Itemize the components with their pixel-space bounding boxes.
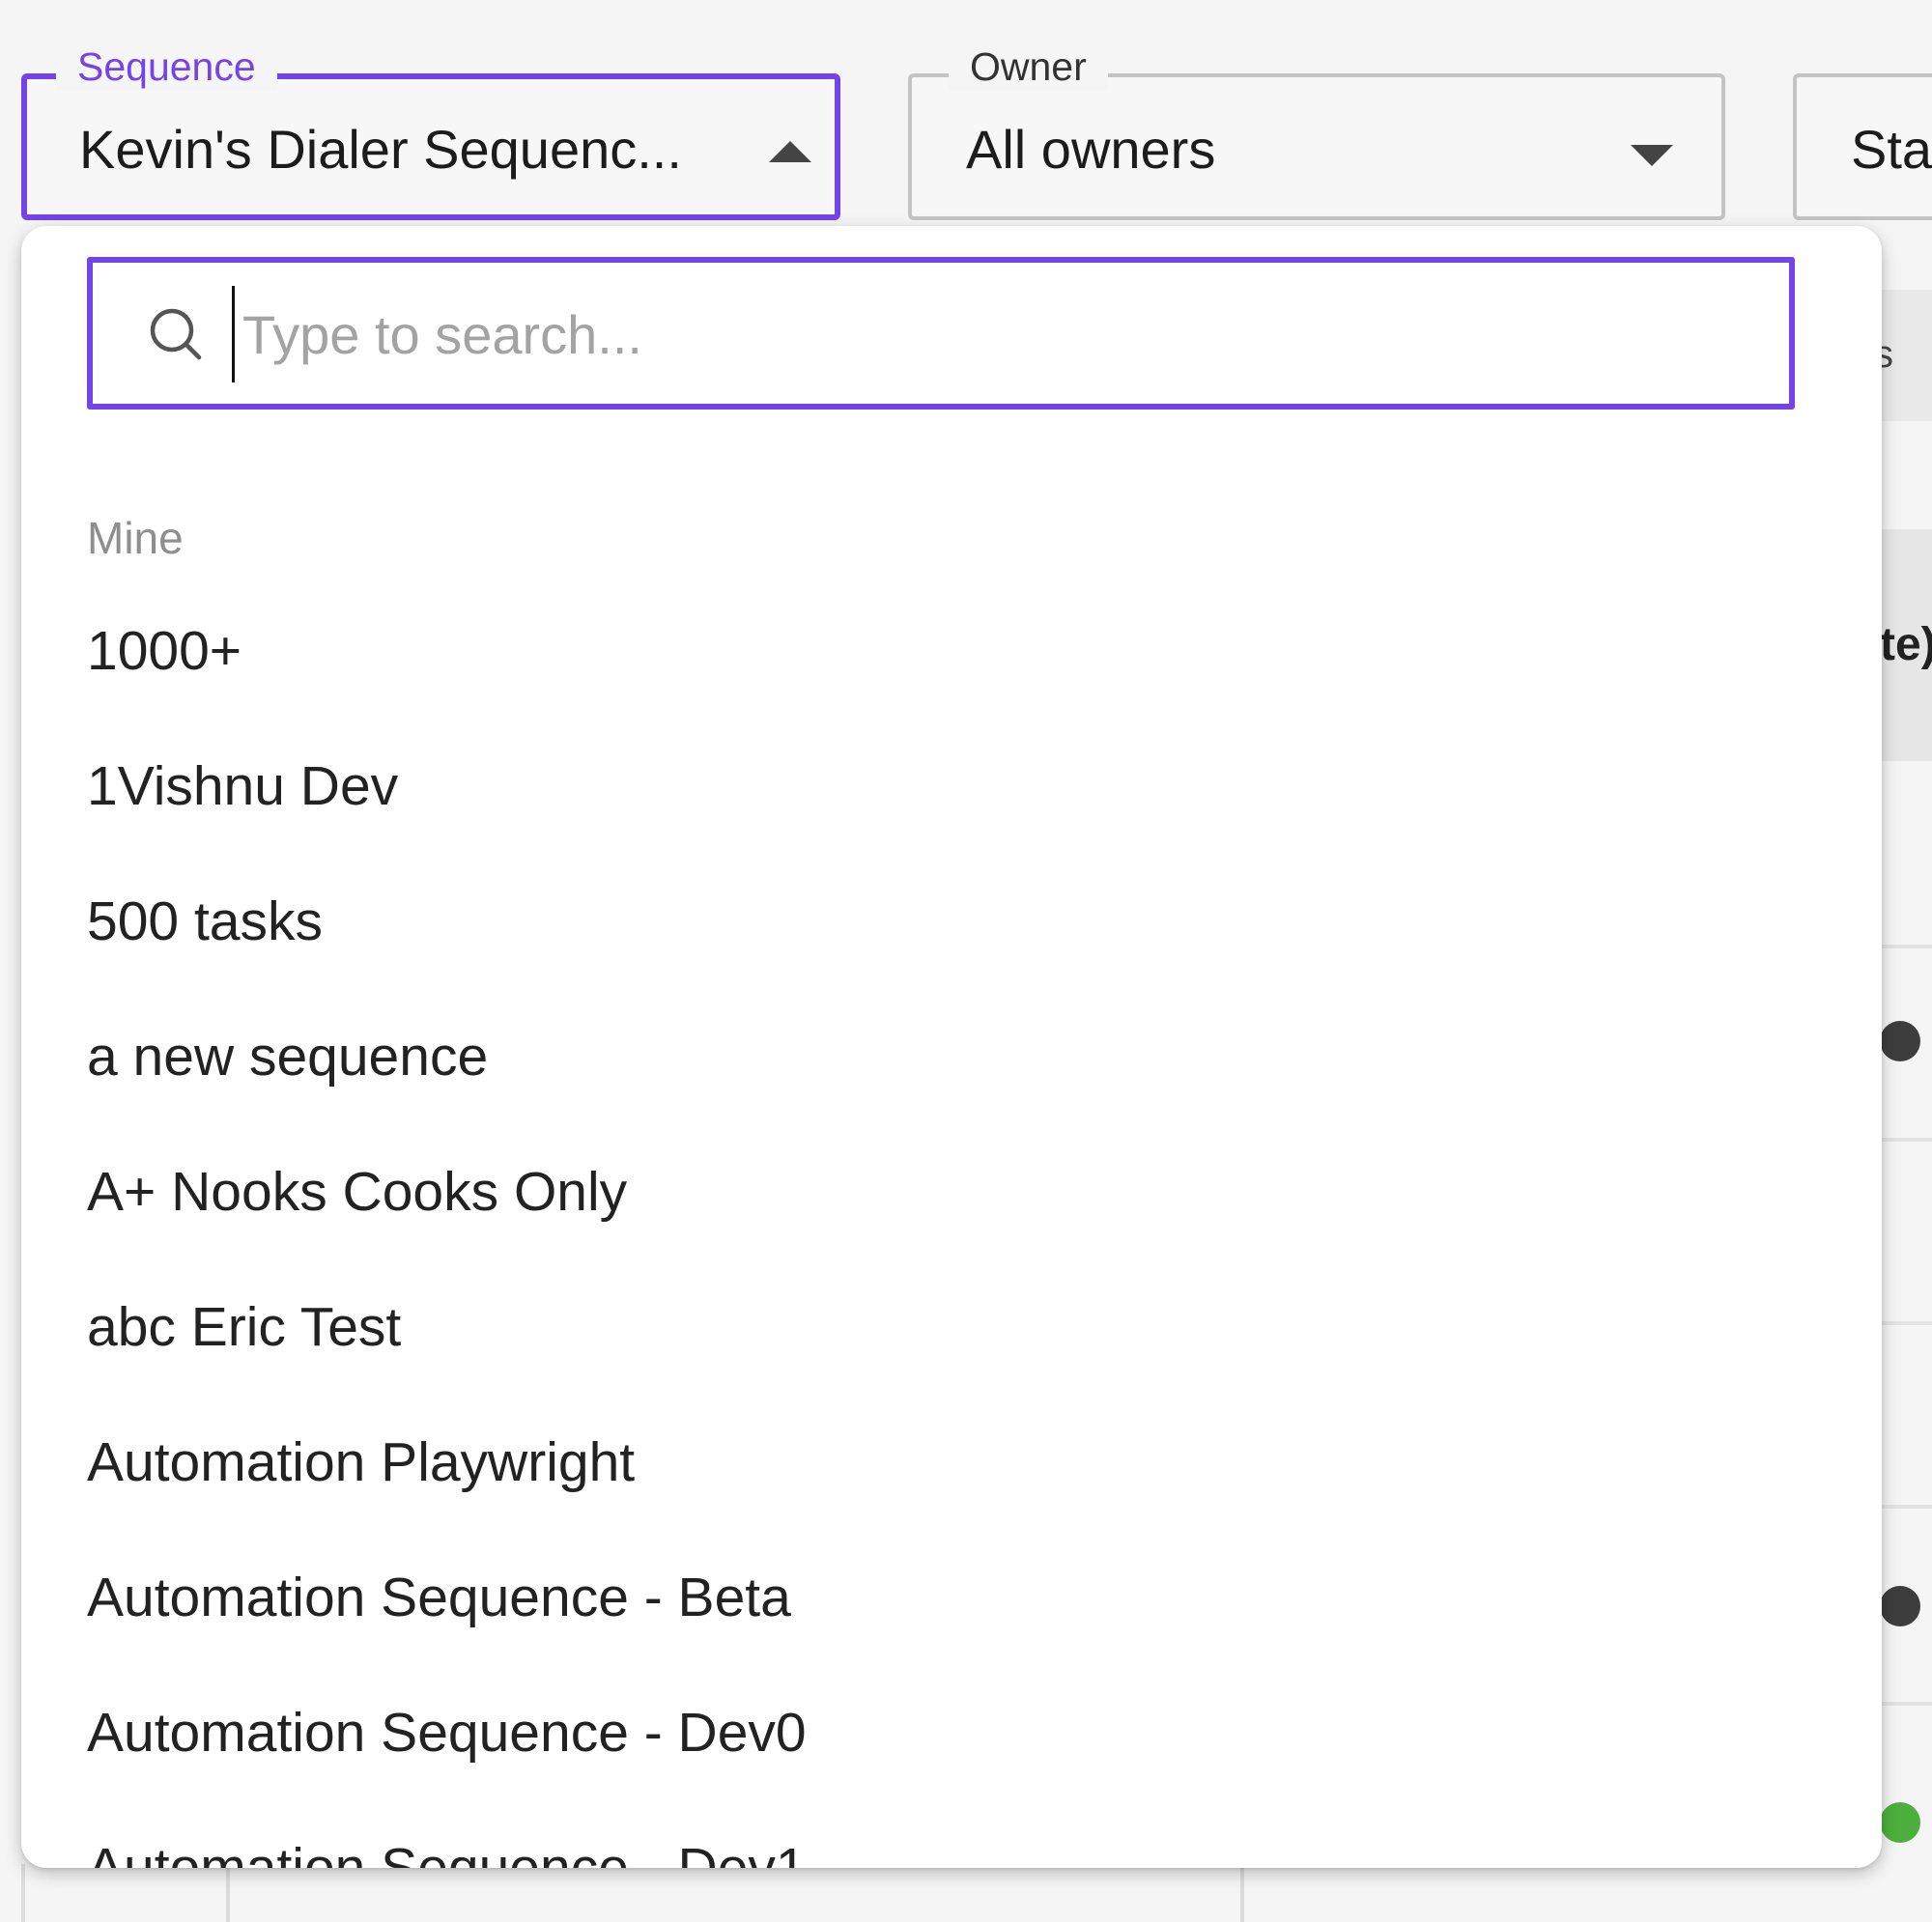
sequence-selected-value: Kevin's Dialer Sequenc...	[79, 119, 682, 180]
background-column-divider	[226, 1864, 230, 1922]
search-icon	[150, 308, 202, 360]
status-dot	[1880, 1586, 1920, 1626]
owner-select[interactable]: Owner All owners	[908, 44, 1725, 220]
chevron-up-icon[interactable]	[769, 141, 811, 162]
background-column-divider	[1240, 1864, 1244, 1922]
sequence-label: Sequence	[56, 44, 277, 90]
list-item[interactable]: 1Vishnu Dev	[21, 719, 1882, 854]
list-item[interactable]: A+ Nooks Cooks Only	[21, 1124, 1882, 1259]
background-row-divider	[1874, 1702, 1932, 1706]
list-item[interactable]: Automation Sequence - Dev0	[21, 1665, 1882, 1800]
sequence-dropdown-menu: Mine 1000+ 1Vishnu Dev 500 tasks a new s…	[21, 226, 1882, 1868]
owner-selected-value: All owners	[966, 119, 1216, 180]
owner-label: Owner	[949, 44, 1108, 90]
option-group-label: Mine	[87, 513, 184, 563]
background-row-divider	[1874, 1505, 1932, 1509]
list-item[interactable]: abc Eric Test	[21, 1259, 1882, 1395]
search-field[interactable]	[87, 257, 1795, 410]
status-dot	[1880, 1802, 1920, 1843]
list-item[interactable]: Automation Sequence - Dev1	[21, 1800, 1882, 1868]
background-column-divider	[21, 1864, 25, 1922]
list-item[interactable]: 1000+	[21, 583, 1882, 719]
background-row-divider	[1874, 945, 1932, 948]
status-dot	[1880, 1021, 1920, 1061]
option-list: 1000+ 1Vishnu Dev 500 tasks a new sequen…	[21, 583, 1882, 1868]
background-row-divider	[1874, 1321, 1932, 1325]
sequence-select[interactable]: Sequence Kevin's Dialer Sequenc...	[21, 44, 840, 220]
list-item[interactable]: a new sequence	[21, 989, 1882, 1124]
background-row-divider	[1874, 1138, 1932, 1142]
status-select[interactable]: Sta	[1793, 73, 1932, 220]
status-selected-value: Sta	[1851, 119, 1932, 180]
list-item[interactable]: 500 tasks	[21, 854, 1882, 989]
search-input[interactable]	[232, 286, 1749, 382]
list-item[interactable]: Automation Playwright	[21, 1395, 1882, 1530]
chevron-down-icon[interactable]	[1631, 145, 1673, 166]
list-item[interactable]: Automation Sequence - Beta	[21, 1530, 1882, 1665]
background-header-text: te)	[1880, 619, 1932, 670]
